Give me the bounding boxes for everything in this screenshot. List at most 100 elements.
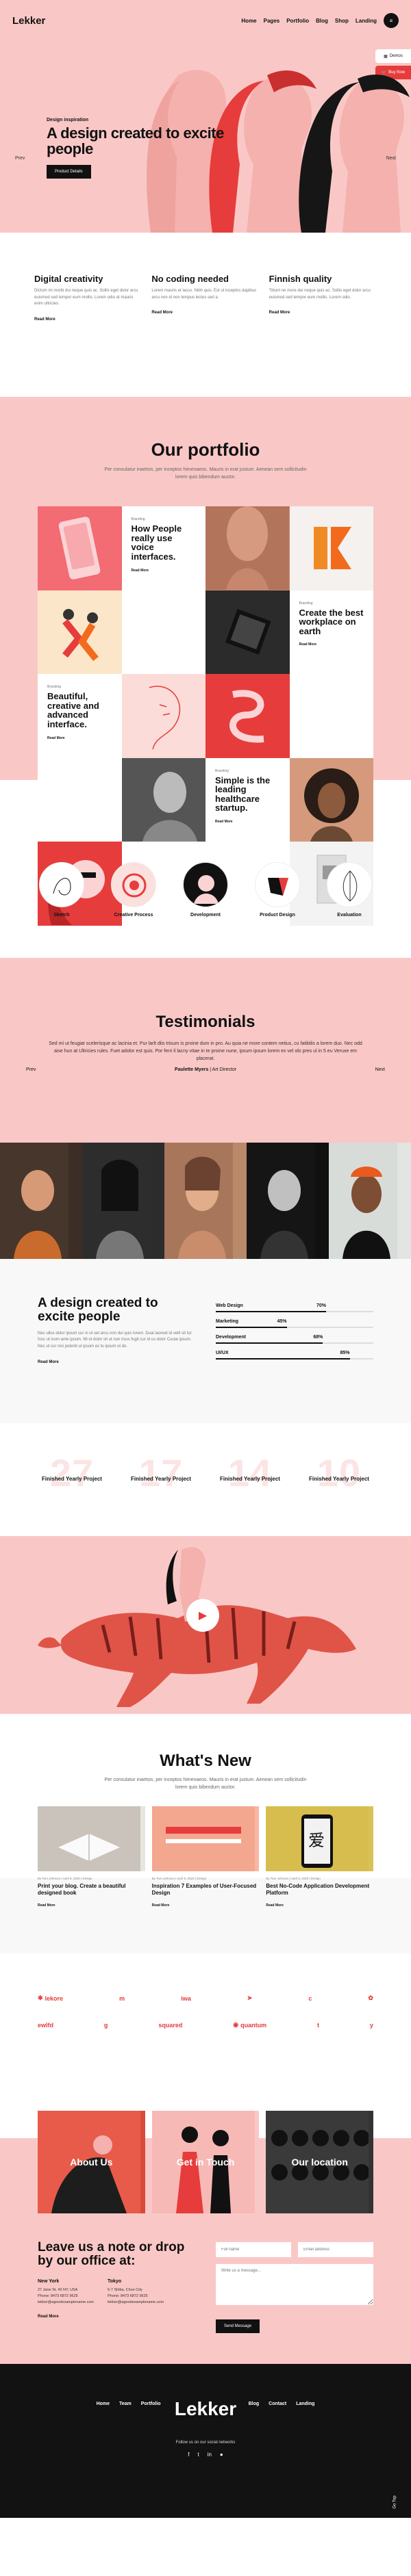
footer-nav-blog[interactable]: Blog (249, 2402, 260, 2406)
portfolio-image-portrait[interactable] (206, 506, 290, 590)
team-photo[interactable] (164, 1143, 247, 1259)
nav-item-home[interactable]: Home (241, 18, 256, 24)
category-creative-process[interactable]: Creative Process (106, 862, 161, 918)
person-image (0, 1143, 82, 1259)
hero-prev-button[interactable]: Prev (15, 156, 25, 161)
footer-nav-contact[interactable]: Contact (269, 2402, 286, 2406)
counter: 14 Finished Yearly Project (220, 1451, 280, 1494)
contact-read-more-link[interactable]: Read More (38, 2315, 202, 2319)
portfolio-card[interactable]: Branding Beautiful, creative and advance… (38, 674, 122, 758)
news-post[interactable]: By Tom Johnson | April 9, 2020 | Design … (151, 1806, 260, 1908)
linkedin-icon[interactable]: in (208, 2451, 212, 2458)
portfolio-image-dancers[interactable] (38, 590, 122, 674)
post-read-more-link[interactable]: Read More (152, 1903, 260, 1908)
message-textarea[interactable] (216, 2264, 373, 2305)
dribbble-icon[interactable]: ● (220, 2451, 223, 2458)
play-video-button[interactable]: ▶ (186, 1599, 219, 1632)
evaluation-icon (327, 862, 372, 907)
full-name-input[interactable] (216, 2242, 291, 2257)
portfolio-card[interactable]: Branding Simple is the leading healthcar… (206, 757, 290, 842)
post-title[interactable]: Print your blog. Create a beautiful desi… (38, 1883, 145, 1896)
post-read-more-link[interactable]: Read More (38, 1903, 145, 1908)
footer-nav-home[interactable]: Home (97, 2402, 110, 2406)
news-posts: By Tom Johnson | April 9, 2020 | Design … (0, 1806, 411, 1908)
orange-shapes-image (313, 527, 351, 569)
footer-nav-landing[interactable]: Landing (296, 2402, 314, 2406)
post-title[interactable]: Inspiration 7 Examples of User-Focused D… (152, 1883, 260, 1896)
footer-logo[interactable]: Lekker (0, 2398, 411, 2420)
testimonial-author: Paulette Myers | Art Director (174, 1067, 237, 1072)
site-footer: Home Team Portfolio Blog Contact Landing… (0, 2364, 411, 2518)
site-logo[interactable]: Lekker (12, 15, 45, 27)
sketch-icon (39, 862, 84, 907)
arrow-icon: ➤ (247, 1994, 253, 2001)
news-subtitle: Per consulatur inaetsis, per inceptos hi… (104, 1778, 307, 1791)
portfolio-image-orange-shapes[interactable] (289, 506, 373, 590)
get-in-touch-tile[interactable]: Get in Touch (151, 2111, 260, 2213)
card-title: How People really use voice interfaces. (131, 523, 182, 562)
card-read-more-link[interactable]: Read More (215, 820, 280, 824)
portfolio-image-red-swirl[interactable] (206, 674, 290, 758)
hero-content: Design inspiration A design created to e… (47, 118, 225, 179)
client-logo: ✿ (368, 1994, 373, 2002)
category-evaluation[interactable]: Evaluation (322, 862, 377, 918)
main-nav: Home Pages Portfolio Blog Shop Landing ≡ (241, 13, 399, 28)
skills-read-more-link[interactable]: Read More (38, 1360, 195, 1364)
device-image (206, 590, 289, 674)
nav-item-landing[interactable]: Landing (356, 18, 377, 24)
menu-toggle-button[interactable]: ≡ (384, 13, 399, 28)
feature-text: Lorem mauris et lacus. Nibh quis. Est ut… (151, 289, 257, 300)
footer-nav-team[interactable]: Team (119, 2402, 132, 2406)
portfolio-image-line-face[interactable] (121, 674, 206, 758)
portfolio-title: Our portfolio (151, 439, 260, 460)
team-photo[interactable] (329, 1143, 411, 1259)
send-message-button[interactable]: Send Message (216, 2319, 260, 2333)
category-product-design[interactable]: Product Design (250, 862, 305, 918)
testimonial-quote: Sed mi ut feugiat scelerisque ac lacinia… (49, 1041, 362, 1062)
about-us-tile[interactable]: About Us (38, 2111, 145, 2213)
our-location-tile[interactable]: Our location (266, 2111, 374, 2213)
post-read-more-link[interactable]: Read More (266, 1903, 373, 1908)
skill-bar: Development 68% (216, 1335, 373, 1344)
nav-item-portfolio[interactable]: Portfolio (286, 18, 309, 24)
post-image (38, 1806, 145, 1872)
card-read-more-link[interactable]: Read More (132, 569, 197, 573)
feature-read-more-link[interactable]: Read More (151, 311, 259, 315)
card-read-more-link[interactable]: Read More (47, 736, 112, 740)
card-read-more-link[interactable]: Read More (299, 642, 364, 647)
team-photo[interactable] (247, 1143, 329, 1259)
testimonial-next-button[interactable]: Next (375, 1067, 385, 1072)
portfolio-card[interactable]: Branding Create the best workplace on ea… (289, 590, 373, 674)
go-top-button[interactable]: Go Top (393, 2495, 397, 2508)
facebook-icon[interactable]: f (188, 2451, 189, 2458)
news-post[interactable]: 爱 By Tom Johnson | April 9, 2020 | Desig… (266, 1806, 374, 1908)
category-development[interactable]: Development (178, 862, 233, 918)
twitter-icon[interactable]: t (197, 2451, 199, 2458)
news-post[interactable]: By Tom Johnson | April 9, 2020 | Design … (38, 1806, 145, 1908)
portfolio-image-afro-portrait[interactable] (289, 757, 373, 842)
testimonial-prev-button[interactable]: Prev (26, 1067, 36, 1072)
portfolio-image-bw-portrait[interactable] (121, 757, 206, 842)
feature-read-more-link[interactable]: Read More (34, 317, 142, 322)
product-design-icon (255, 862, 300, 907)
team-photo[interactable] (82, 1143, 164, 1259)
portfolio-image-phone[interactable] (38, 506, 122, 590)
logo-row: ewlfd g squared ◉ quantum t y (38, 2021, 373, 2029)
product-details-button[interactable]: Product Details (47, 165, 91, 179)
feature-read-more-link[interactable]: Read More (269, 311, 377, 315)
footer-nav-portfolio[interactable]: Portfolio (141, 2402, 161, 2406)
nav-item-pages[interactable]: Pages (264, 18, 280, 24)
email-input[interactable] (298, 2242, 373, 2257)
bw-portrait-image (121, 757, 206, 842)
skill-bar: Marketing 45% (216, 1319, 373, 1328)
category-sketch[interactable]: Sketch (34, 862, 89, 918)
portfolio-card[interactable]: Branding How People really use voice int… (121, 506, 206, 590)
footer-follow-text: Follow us on our social networks (175, 2441, 236, 2445)
portfolio-image-device[interactable] (206, 590, 290, 674)
nav-item-shop[interactable]: Shop (335, 18, 349, 24)
nav-item-blog[interactable]: Blog (316, 18, 328, 24)
card-category: Branding (47, 685, 62, 689)
post-title[interactable]: Best No-Code Application Development Pla… (266, 1883, 373, 1896)
hero-next-button[interactable]: Next (386, 156, 396, 161)
team-photo[interactable] (0, 1143, 82, 1259)
